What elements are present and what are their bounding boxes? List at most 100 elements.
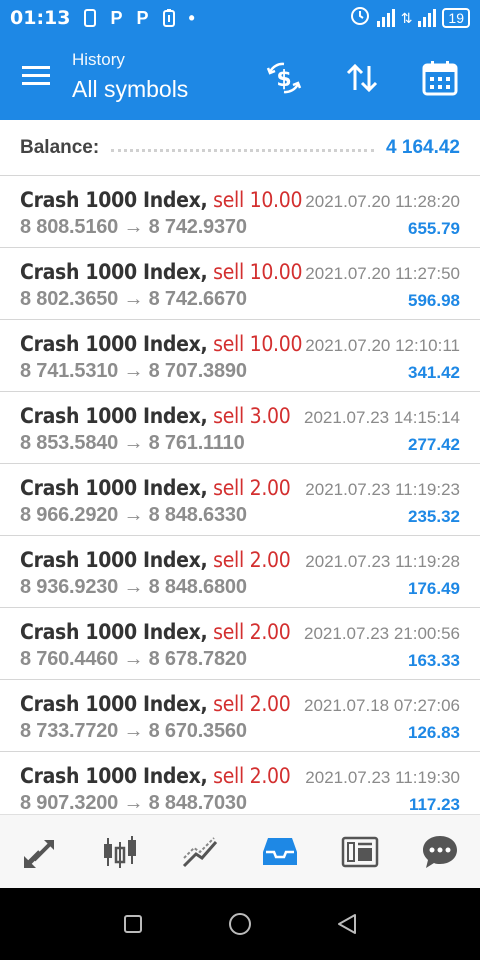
trade-title: Crash 1000 Index, sell 10.00 bbox=[20, 332, 303, 356]
trade-prices: 8 936.9230 → 8 848.6800 bbox=[20, 576, 247, 599]
trade-symbol: Crash 1000 Index, bbox=[20, 764, 208, 788]
parking-icon: P bbox=[136, 7, 149, 28]
trade-time: 2021.07.23 11:19:23 bbox=[305, 480, 460, 499]
arrow-icon: → bbox=[123, 288, 144, 310]
battery-saver-icon bbox=[162, 9, 175, 27]
menu-icon[interactable] bbox=[22, 62, 62, 94]
open-price: 8 966.2920 bbox=[20, 504, 119, 526]
open-price: 8 808.5160 bbox=[20, 216, 119, 238]
trade-symbol: Crash 1000 Index, bbox=[20, 404, 208, 428]
trade-side: sell 2.00 bbox=[213, 692, 291, 716]
trade-symbol: Crash 1000 Index, bbox=[20, 548, 208, 572]
trade-side: sell 2.00 bbox=[213, 548, 291, 572]
currency-exchange-icon[interactable]: $ bbox=[264, 58, 304, 98]
trade-prices: 8 741.5310 → 8 707.3890 bbox=[20, 360, 247, 383]
chat-icon[interactable] bbox=[410, 822, 470, 882]
trade-icon[interactable] bbox=[170, 822, 230, 882]
chart-candles-icon[interactable] bbox=[90, 822, 150, 882]
trade-side: sell 2.00 bbox=[213, 764, 291, 788]
trade-side: sell 2.00 bbox=[213, 476, 291, 500]
trade-row[interactable]: Crash 1000 Index, sell 10.00 8 741.5310 … bbox=[0, 320, 480, 392]
arrow-icon: → bbox=[123, 720, 144, 742]
trade-title: Crash 1000 Index, sell 2.00 bbox=[20, 548, 291, 572]
arrow-icon: → bbox=[123, 216, 144, 238]
signal-icon bbox=[376, 9, 395, 27]
back-icon[interactable] bbox=[327, 904, 367, 944]
trade-row[interactable]: Crash 1000 Index, sell 2.00 8 733.7720 →… bbox=[0, 680, 480, 752]
open-price: 8 802.3650 bbox=[20, 288, 119, 310]
open-price: 8 760.4460 bbox=[20, 648, 119, 670]
trade-prices: 8 853.5840 → 8 761.1110 bbox=[20, 432, 245, 455]
trade-history-list[interactable]: Crash 1000 Index, sell 10.00 8 808.5160 … bbox=[0, 176, 480, 814]
arrow-icon: → bbox=[123, 648, 144, 670]
trade-row[interactable]: Crash 1000 Index, sell 2.00 8 907.3200 →… bbox=[0, 752, 480, 814]
trade-profit: 655.79 bbox=[408, 219, 460, 238]
balance-label: Balance: bbox=[20, 136, 100, 158]
data-arrows-icon: ⇅ bbox=[400, 9, 413, 26]
open-price: 8 853.5840 bbox=[20, 432, 119, 454]
open-price: 8 733.7720 bbox=[20, 720, 119, 742]
calendar-icon[interactable] bbox=[420, 58, 460, 98]
trade-time: 2021.07.23 21:00:56 bbox=[304, 624, 460, 643]
trade-profit: 235.32 bbox=[408, 507, 460, 526]
trade-profit: 126.83 bbox=[408, 723, 460, 742]
history-icon[interactable] bbox=[250, 822, 310, 882]
close-price: 8 742.9370 bbox=[148, 216, 247, 238]
trade-title: Crash 1000 Index, sell 3.00 bbox=[20, 404, 291, 428]
trade-time: 2021.07.20 11:27:50 bbox=[305, 264, 460, 283]
trade-side: sell 3.00 bbox=[213, 404, 291, 428]
arrow-icon: → bbox=[123, 504, 144, 526]
close-price: 8 707.3890 bbox=[148, 360, 247, 382]
trade-prices: 8 802.3650 → 8 742.6670 bbox=[20, 288, 247, 311]
trade-title: Crash 1000 Index, sell 2.00 bbox=[20, 692, 291, 716]
arrow-icon: → bbox=[123, 432, 144, 454]
news-icon[interactable] bbox=[330, 822, 390, 882]
trade-side: sell 10.00 bbox=[213, 332, 303, 356]
dot-icon: • bbox=[188, 7, 195, 28]
screen-title[interactable]: All symbols bbox=[72, 76, 188, 103]
trade-title: Crash 1000 Index, sell 2.00 bbox=[20, 764, 291, 788]
status-bar: 01:13 P P • ⇅ 19 bbox=[0, 0, 480, 36]
trade-time: 2021.07.23 11:19:28 bbox=[305, 552, 460, 571]
trade-title: Crash 1000 Index, sell 10.00 bbox=[20, 188, 303, 212]
trade-profit: 117.23 bbox=[408, 795, 460, 814]
sort-icon[interactable] bbox=[342, 58, 382, 98]
trade-symbol: Crash 1000 Index, bbox=[20, 692, 208, 716]
trade-row[interactable]: Crash 1000 Index, sell 2.00 8 966.2920 →… bbox=[0, 464, 480, 536]
quotes-icon[interactable] bbox=[10, 822, 70, 882]
trade-profit: 163.33 bbox=[408, 651, 460, 670]
trade-row[interactable]: Crash 1000 Index, sell 3.00 8 853.5840 →… bbox=[0, 392, 480, 464]
trade-symbol: Crash 1000 Index, bbox=[20, 260, 208, 284]
trade-row[interactable]: Crash 1000 Index, sell 10.00 8 802.3650 … bbox=[0, 248, 480, 320]
arrow-icon: → bbox=[123, 792, 144, 814]
recents-icon[interactable] bbox=[113, 904, 153, 944]
close-price: 8 848.6330 bbox=[148, 504, 247, 526]
close-price: 8 670.3560 bbox=[148, 720, 247, 742]
close-price: 8 848.6800 bbox=[148, 576, 247, 598]
open-price: 8 936.9230 bbox=[20, 576, 119, 598]
trade-row[interactable]: Crash 1000 Index, sell 10.00 8 808.5160 … bbox=[0, 176, 480, 248]
trade-row[interactable]: Crash 1000 Index, sell 2.00 8 760.4460 →… bbox=[0, 608, 480, 680]
bottom-nav bbox=[0, 814, 480, 888]
trade-time: 2021.07.23 11:19:30 bbox=[305, 768, 460, 787]
trade-time: 2021.07.20 11:28:20 bbox=[305, 192, 460, 211]
trade-symbol: Crash 1000 Index, bbox=[20, 332, 208, 356]
arrow-icon: → bbox=[123, 576, 144, 598]
open-price: 8 741.5310 bbox=[20, 360, 119, 382]
open-price: 8 907.3200 bbox=[20, 792, 119, 814]
home-icon[interactable] bbox=[220, 904, 260, 944]
trade-side: sell 2.00 bbox=[213, 620, 291, 644]
trade-row[interactable]: Crash 1000 Index, sell 2.00 8 936.9230 →… bbox=[0, 536, 480, 608]
trade-side: sell 10.00 bbox=[213, 188, 303, 212]
trade-time: 2021.07.18 07:27:06 bbox=[304, 696, 460, 715]
trade-symbol: Crash 1000 Index, bbox=[20, 188, 208, 212]
trade-symbol: Crash 1000 Index, bbox=[20, 476, 208, 500]
balance-row: Balance: 4 164.42 bbox=[0, 120, 480, 176]
trade-side: sell 10.00 bbox=[213, 260, 303, 284]
app-bar: History All symbols $ bbox=[0, 36, 480, 120]
battery-icon: 19 bbox=[442, 8, 470, 28]
arrow-icon: → bbox=[123, 360, 144, 382]
svg-text:$: $ bbox=[276, 67, 291, 92]
trade-prices: 8 733.7720 → 8 670.3560 bbox=[20, 720, 247, 743]
trade-prices: 8 907.3200 → 8 848.7030 bbox=[20, 792, 247, 814]
